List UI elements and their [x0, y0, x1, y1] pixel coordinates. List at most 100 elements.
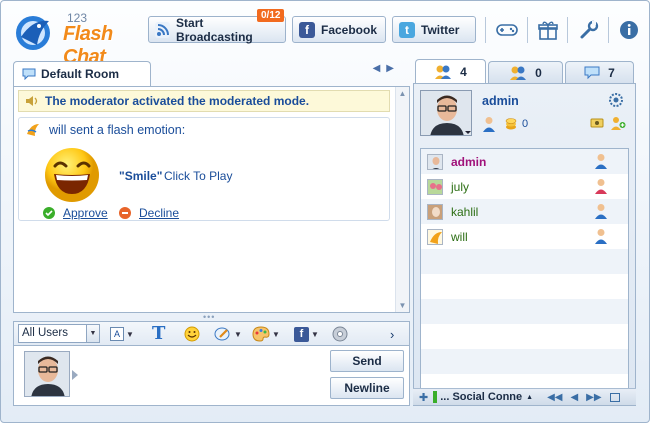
emotion-line-text: will sent a flash emotion: [49, 123, 186, 137]
chat-bubble-icon [584, 66, 600, 79]
facebook-button[interactable]: f Facebook [292, 16, 386, 43]
recipient-select[interactable]: All Users ▼ [18, 324, 100, 343]
emoticon-button[interactable] [184, 325, 200, 343]
bird-logo-icon [16, 16, 50, 50]
coins-icon [505, 118, 517, 130]
recipient-select-value: All Users [22, 327, 69, 339]
tab-users[interactable]: 4 [415, 59, 486, 84]
send-button[interactable]: Send [330, 350, 404, 372]
list-item[interactable]: kahlil [421, 199, 628, 224]
facebook-icon: f [294, 326, 309, 342]
coins-count: 0 [522, 118, 529, 130]
empty-row [421, 349, 628, 374]
facebook-share-menu-button[interactable]: f ▼ [294, 325, 319, 343]
rooms-icon [510, 66, 527, 80]
message-input-area[interactable]: Send Newline [13, 346, 410, 406]
plus-icon[interactable]: ✚ [419, 391, 428, 404]
message-toolbar: All Users ▼ A ▼ T ▼ ▼ f ▼ › [13, 321, 410, 346]
twitter-icon: t [399, 21, 415, 38]
facebook-label: Facebook [320, 22, 377, 37]
avatar [427, 203, 443, 220]
module-bar: ✚ ... Social Conne ▲ ◀◀ ◀ ▶▶ [413, 388, 636, 405]
font-box-icon: A [110, 327, 124, 341]
user-male-icon [595, 154, 607, 169]
flash-chat-logo: 123 Flash Chat [11, 9, 141, 68]
scroll-down-icon[interactable]: ▼ [396, 299, 409, 312]
settings-gear-icon[interactable] [608, 92, 624, 108]
decline-link[interactable]: Decline [139, 206, 179, 220]
rooms-count: 0 [535, 65, 542, 80]
avatar [427, 153, 443, 170]
previous-icon[interactable]: ◀ [570, 392, 578, 403]
broadcast-count-badge: 0/12 [257, 9, 285, 22]
flash-emotion-message: will sent a flash emotion: "Smile" Click… [18, 117, 390, 221]
pencil-bubble-icon [214, 327, 230, 341]
gamepad-icon[interactable] [494, 17, 520, 43]
users-icon [435, 65, 452, 79]
next-icon[interactable]: ▶▶ [586, 392, 601, 403]
minus-circle-icon [119, 207, 131, 219]
emotion-name: "Smile" [119, 169, 163, 183]
font-menu-button[interactable]: A ▼ [110, 325, 134, 343]
toolbar-divider [567, 17, 568, 43]
chevron-up-icon[interactable]: ▲ [526, 394, 533, 401]
message-area: The moderator activated the moderated mo… [13, 86, 410, 313]
message-scrollbar[interactable]: ▲ ▼ [395, 87, 409, 312]
info-icon[interactable] [616, 17, 642, 43]
chevron-down-icon: ▼ [272, 329, 280, 339]
speaker-icon [26, 96, 38, 106]
toolbar-divider [527, 17, 528, 43]
user-bird-icon [27, 124, 39, 136]
current-user-stats: 0 [482, 116, 528, 132]
chat-bubble-icon [22, 68, 36, 80]
smile-emoticon-icon[interactable] [43, 146, 101, 204]
twitter-button[interactable]: t Twitter [392, 16, 476, 43]
current-user-name: admin [482, 94, 519, 108]
toolbar-divider [485, 17, 486, 43]
chevron-down-icon: ▼ [86, 325, 99, 342]
user-name: will [451, 229, 468, 244]
user-female-icon [595, 179, 607, 194]
avatar-pointer [72, 370, 78, 380]
user-name: admin [451, 154, 487, 169]
draw-menu-button[interactable]: ▼ [214, 325, 242, 343]
tab-default-room[interactable]: Default Room [13, 61, 151, 86]
sound-button[interactable] [332, 325, 348, 343]
palette-icon [252, 326, 270, 342]
tab-messages[interactable]: 7 [565, 61, 634, 83]
click-to-play-link[interactable]: Click To Play [164, 169, 232, 183]
restore-window-icon[interactable] [609, 392, 620, 402]
chevron-right-icon[interactable]: › [390, 325, 394, 343]
user-male-icon [595, 204, 607, 219]
list-item[interactable]: admin [421, 149, 628, 174]
text-style-button[interactable]: T [152, 325, 165, 343]
module-label[interactable]: ... Social Conne [440, 391, 522, 403]
twitter-label: Twitter [421, 22, 460, 37]
user-name: july [451, 179, 470, 194]
chevron-down-icon: ▼ [126, 329, 134, 339]
empty-row [421, 274, 628, 299]
webcam-icon[interactable] [590, 116, 604, 130]
scroll-up-icon[interactable]: ▲ [396, 87, 409, 100]
color-menu-button[interactable]: ▼ [252, 325, 280, 343]
avatar[interactable] [420, 90, 472, 136]
users-count: 4 [460, 65, 467, 79]
room-tab-label: Default Room [41, 67, 119, 81]
tab-scroll-arrows[interactable]: ◀▶ [373, 63, 400, 74]
avatar[interactable] [24, 351, 70, 397]
moderation-notice-text: The moderator activated the moderated mo… [45, 94, 310, 108]
list-item[interactable]: will [421, 224, 628, 249]
first-icon[interactable]: ◀◀ [547, 392, 562, 403]
add-friend-icon[interactable] [610, 116, 626, 130]
smiley-icon [184, 326, 200, 342]
wrench-icon[interactable] [576, 17, 602, 43]
user-photo-icon [421, 91, 471, 135]
tab-rooms[interactable]: 0 [488, 61, 563, 83]
user-name: kahlil [451, 204, 479, 219]
list-item[interactable]: july [421, 174, 628, 199]
gift-icon[interactable] [535, 17, 561, 43]
approve-link[interactable]: Approve [63, 206, 108, 220]
newline-button[interactable]: Newline [330, 377, 404, 399]
check-icon [43, 207, 55, 219]
moderation-notice: The moderator activated the moderated mo… [18, 90, 390, 112]
